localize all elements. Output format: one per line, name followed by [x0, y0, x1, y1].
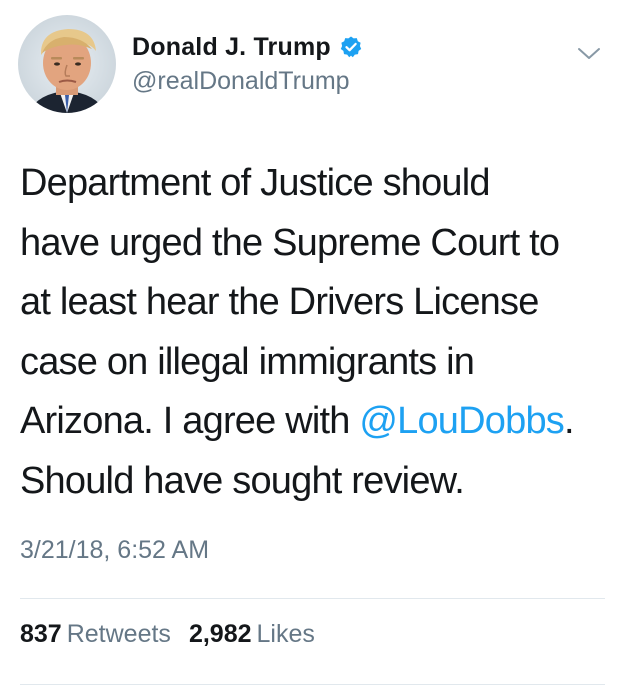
tweet-text-line: Should have sought review. — [20, 459, 465, 502]
chevron-down-icon — [576, 48, 602, 67]
engagement-stats: 837 Retweets 2,982 Likes — [20, 620, 315, 649]
user-names[interactable]: Donald J. Trump @realDonaldTrump — [132, 31, 363, 96]
tweet-text-line: case on illegal immigrants in — [20, 340, 475, 383]
display-name[interactable]: Donald J. Trump — [132, 33, 331, 62]
user-handle[interactable]: @realDonaldTrump — [132, 67, 363, 96]
tweet-menu-button[interactable] — [576, 43, 602, 63]
likes-label: Likes — [256, 620, 315, 648]
tweet-text-line: at least hear the Drivers License — [20, 281, 539, 323]
tweet-text-segment: . — [563, 400, 575, 442]
avatar-image — [18, 15, 116, 113]
tweet-text-line: Arizona. I agree with @LouDobbs. — [20, 392, 610, 452]
retweets-count: 837 — [20, 620, 62, 648]
likes-count: 2,982 — [188, 620, 252, 648]
retweets-stat[interactable]: 837 Retweets — [20, 620, 171, 649]
retweets-label: Retweets — [66, 620, 171, 648]
display-name-row: Donald J. Trump — [132, 31, 363, 63]
tweet-text-line: Department of Justice should — [20, 162, 491, 204]
avatar[interactable] — [18, 15, 116, 113]
tweet-text-line: have urged the Supreme Court to — [20, 221, 560, 264]
tweet-text-segment: Arizona. I agree with — [20, 400, 360, 442]
tweet-header: Donald J. Trump @realDonaldTrump — [18, 15, 608, 115]
verified-badge-icon — [339, 35, 363, 59]
timestamp[interactable]: 3/21/18, 6:52 AM — [20, 536, 209, 565]
mention-link[interactable]: @LouDobbs — [359, 400, 564, 442]
likes-stat[interactable]: 2,982 Likes — [189, 620, 315, 649]
tweet-text: Department of Justice should have urged … — [20, 154, 610, 511]
tweet-card: Donald J. Trump @realDonaldTrump Departm… — [0, 0, 627, 685]
divider — [20, 598, 605, 599]
